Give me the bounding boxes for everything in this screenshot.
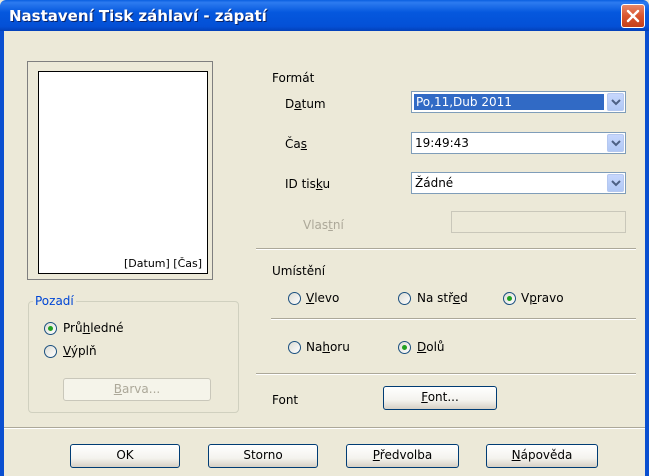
format-title: Formát [272,71,315,85]
help-button[interactable]: Nápověda [486,444,598,468]
fill-label[interactable]: Výplň [63,344,97,358]
bottom-radio[interactable] [398,341,411,354]
bottom-label[interactable]: Dolů [417,340,445,354]
print-id-value: Žádné [415,176,454,190]
window-frame-right [645,31,649,476]
date-value: Po,11,Dub 2011 [414,94,604,110]
close-button[interactable] [621,4,645,28]
chevron-down-icon [611,140,621,147]
transparent-label[interactable]: Průhledné [63,321,124,335]
top-radio[interactable] [288,341,301,354]
date-combo[interactable]: Po,11,Dub 2011 [411,91,626,113]
time-value: 19:49:43 [415,136,469,150]
preview-header-label: [Datum] [Čas] [124,257,203,270]
separator [271,319,636,320]
window-title: Nastavení Tisk záhlaví - zápatí [9,7,267,25]
print-id-dropdown-button[interactable] [607,174,624,192]
fill-radio[interactable] [44,345,57,358]
top-label[interactable]: Nahoru [306,340,350,354]
right-radio[interactable] [503,292,516,305]
background-group-title: Pozadí [33,294,76,308]
chevron-down-icon [611,99,621,106]
left-label[interactable]: Vlevo [306,291,339,305]
time-combo[interactable]: 19:49:43 [411,132,626,154]
custom-label: Vlastní [303,218,344,232]
date-label: Datum [285,97,326,111]
placement-title: Umístění [272,264,326,278]
color-button[interactable]: Barva... [63,378,211,401]
font-button[interactable]: Font... [383,386,497,410]
print-id-label: ID tisku [285,177,331,191]
left-radio[interactable] [288,292,301,305]
preview-page [38,71,208,274]
transparent-radio[interactable] [44,322,57,335]
separator [256,249,636,250]
date-dropdown-button[interactable] [607,93,624,111]
time-dropdown-button[interactable] [607,134,624,152]
custom-input[interactable] [451,211,626,233]
separator [256,374,636,375]
center-label[interactable]: Na střed [417,291,468,305]
chevron-down-icon [611,180,621,187]
separator [4,428,645,429]
font-label: Font [272,393,299,407]
ok-button[interactable]: OK [70,444,180,468]
cancel-button[interactable]: Storno [208,444,318,468]
window-frame-left [0,31,4,476]
close-icon [626,9,640,23]
time-label: Čas [285,137,307,151]
print-id-combo[interactable]: Žádné [411,172,626,194]
defaults-button[interactable]: Předvolba [346,444,459,468]
center-radio[interactable] [398,292,411,305]
right-label[interactable]: Vpravo [521,291,564,305]
